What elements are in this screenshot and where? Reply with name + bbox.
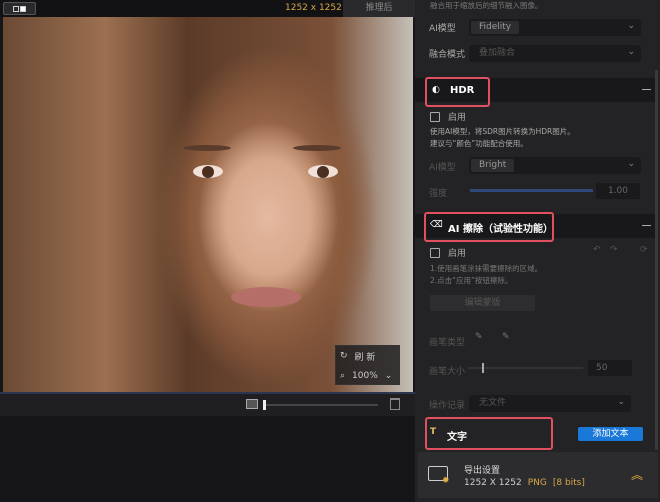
lips [231,287,301,307]
label: 强度 [429,189,448,199]
blend-label: 融合模式 [429,47,465,60]
brush-size-label: 画笔大小 [429,364,465,377]
desc-line: 使用AI模型，将SDR图片转换为HDR图片。 [430,127,575,136]
zoom-select[interactable]: ⌕ 100% ⌄ [336,366,399,386]
highlight-box [425,417,553,450]
history-select[interactable]: 无文件 ⌄ [469,395,631,412]
refresh-button[interactable]: ↻ 刷 新 [336,346,399,366]
zoom-icon: ⌕ [340,371,346,381]
brush-size-slider[interactable] [468,363,583,373]
model-label: AI模型 [429,21,456,34]
eye [193,165,223,178]
brow [293,145,341,151]
label: AI模型 [429,24,456,34]
chevron-down-icon: ⌄ [627,21,635,31]
brush-remove-icon[interactable]: ✎ [502,332,510,342]
export-title: 导出设置 [464,466,501,476]
hdr-model-label: AI模型 [429,160,456,173]
redo-icon[interactable]: ↷ [610,245,618,255]
brush-add-icon[interactable]: ✎ [475,332,483,342]
text-icon: T [430,427,437,437]
viewer-area: 1252 x 1252 推理后 ↻ 刷 新 ⌕ 100% ⌄ [0,0,415,502]
gear-icon: ✹ [442,476,450,486]
image-dimensions: 1252 x 1252 [285,3,342,13]
undo-icon[interactable]: ↶ [593,245,601,255]
refresh-label: 刷 新 [354,352,376,363]
zoom-value: 100% [352,371,378,381]
viewer-bottom-bar [0,394,415,416]
text-title: 文字 [447,432,467,443]
chevron-down-icon: ⌄ [627,159,635,169]
export-bits: [8 bits] [552,478,585,488]
label: 画笔类型 [429,338,466,348]
view-controls: ↻ 刷 新 ⌕ 100% ⌄ [335,345,400,385]
strength-slider[interactable] [470,189,593,192]
blend-select[interactable]: 叠加融合 ⌄ [469,45,641,62]
strength-input[interactable]: 1.00 [596,183,640,199]
chevron-down-icon: ⌄ [384,371,393,381]
desc-line: 2.点击“应用”按钮擦除。 [430,276,513,285]
reset-icon[interactable]: ⟳ [640,245,648,255]
label: 操作记录 [429,401,466,411]
hdr-description: 使用AI模型，将SDR图片转换为HDR图片。 建议与“颜色”功能配合使用。 [430,126,575,150]
desc-line: 建议与“颜色”功能配合使用。 [430,139,528,148]
hdr-title: HDR [450,85,475,96]
erase-enable-checkbox[interactable]: 启用 [430,246,466,259]
trash-icon[interactable] [390,398,400,410]
split-view-icon-right [20,5,26,12]
scrollbar[interactable] [655,70,658,450]
slider-handle[interactable] [263,400,266,410]
strength-label: 强度 [429,186,447,199]
eye [308,165,338,178]
viewer-toolbar: 1252 x 1252 推理后 [0,0,415,17]
select-value: 无文件 [479,398,507,408]
model-select[interactable]: Fidelity ⌄ [469,19,641,36]
brush-type-label: 画笔类型 [429,335,465,348]
chevron-up-double-icon[interactable]: ︽ [631,466,643,483]
top-note: 融合用于缩放后的细节融入图像。 [430,1,543,10]
history-label: 操作记录 [429,398,465,411]
label: 融合模式 [429,50,466,60]
hdr-enable-checkbox[interactable]: 启用 [430,110,466,123]
export-format: PNG [527,478,547,488]
eraser-icon: ⌫ [430,220,443,230]
hdr-icon: ◐ [432,85,440,95]
select-value: Fidelity [471,21,520,34]
brush-size-input[interactable]: 50 [588,360,632,376]
export-size: 1252 X 1252 [464,478,522,488]
refresh-icon: ↻ [340,351,348,361]
collapse-icon[interactable] [642,89,651,90]
compare-view-toggle[interactable] [3,2,36,15]
label: AI模型 [429,163,456,173]
brow [183,145,231,151]
select-value: Bright [471,159,515,172]
erase-description: 1.使用画笔涂抹需要擦除的区域。 2.点击“应用”按钮擦除。 [430,263,542,287]
hdr-model-select[interactable]: Bright ⌄ [469,157,641,174]
select-value: 叠加融合 [479,48,516,58]
export-settings[interactable]: ✹ 导出设置 1252 X 1252 PNG [8 bits] ︽ [418,452,658,498]
collapse-icon[interactable] [642,225,651,226]
preview-image[interactable] [3,17,413,392]
image-icon[interactable] [246,399,258,409]
label: 启用 [448,249,467,259]
chevron-down-icon: ⌄ [627,47,635,57]
tab-after-inference[interactable]: 推理后 [343,0,415,17]
label: 画笔大小 [429,367,466,377]
erase-title: AI 擦除（试验性功能） [448,224,553,235]
desc-line: 1.使用画笔涂抹需要擦除的区域。 [430,264,543,273]
chevron-down-icon: ⌄ [617,397,625,407]
label: 启用 [448,113,467,123]
checkbox[interactable] [430,247,440,258]
checkbox[interactable] [430,111,440,122]
edit-mask-button[interactable]: 编辑蒙版 [430,295,535,311]
split-view-icon [13,5,19,12]
add-text-button[interactable]: 添加文本 [578,427,643,441]
image-slider[interactable] [263,400,378,410]
